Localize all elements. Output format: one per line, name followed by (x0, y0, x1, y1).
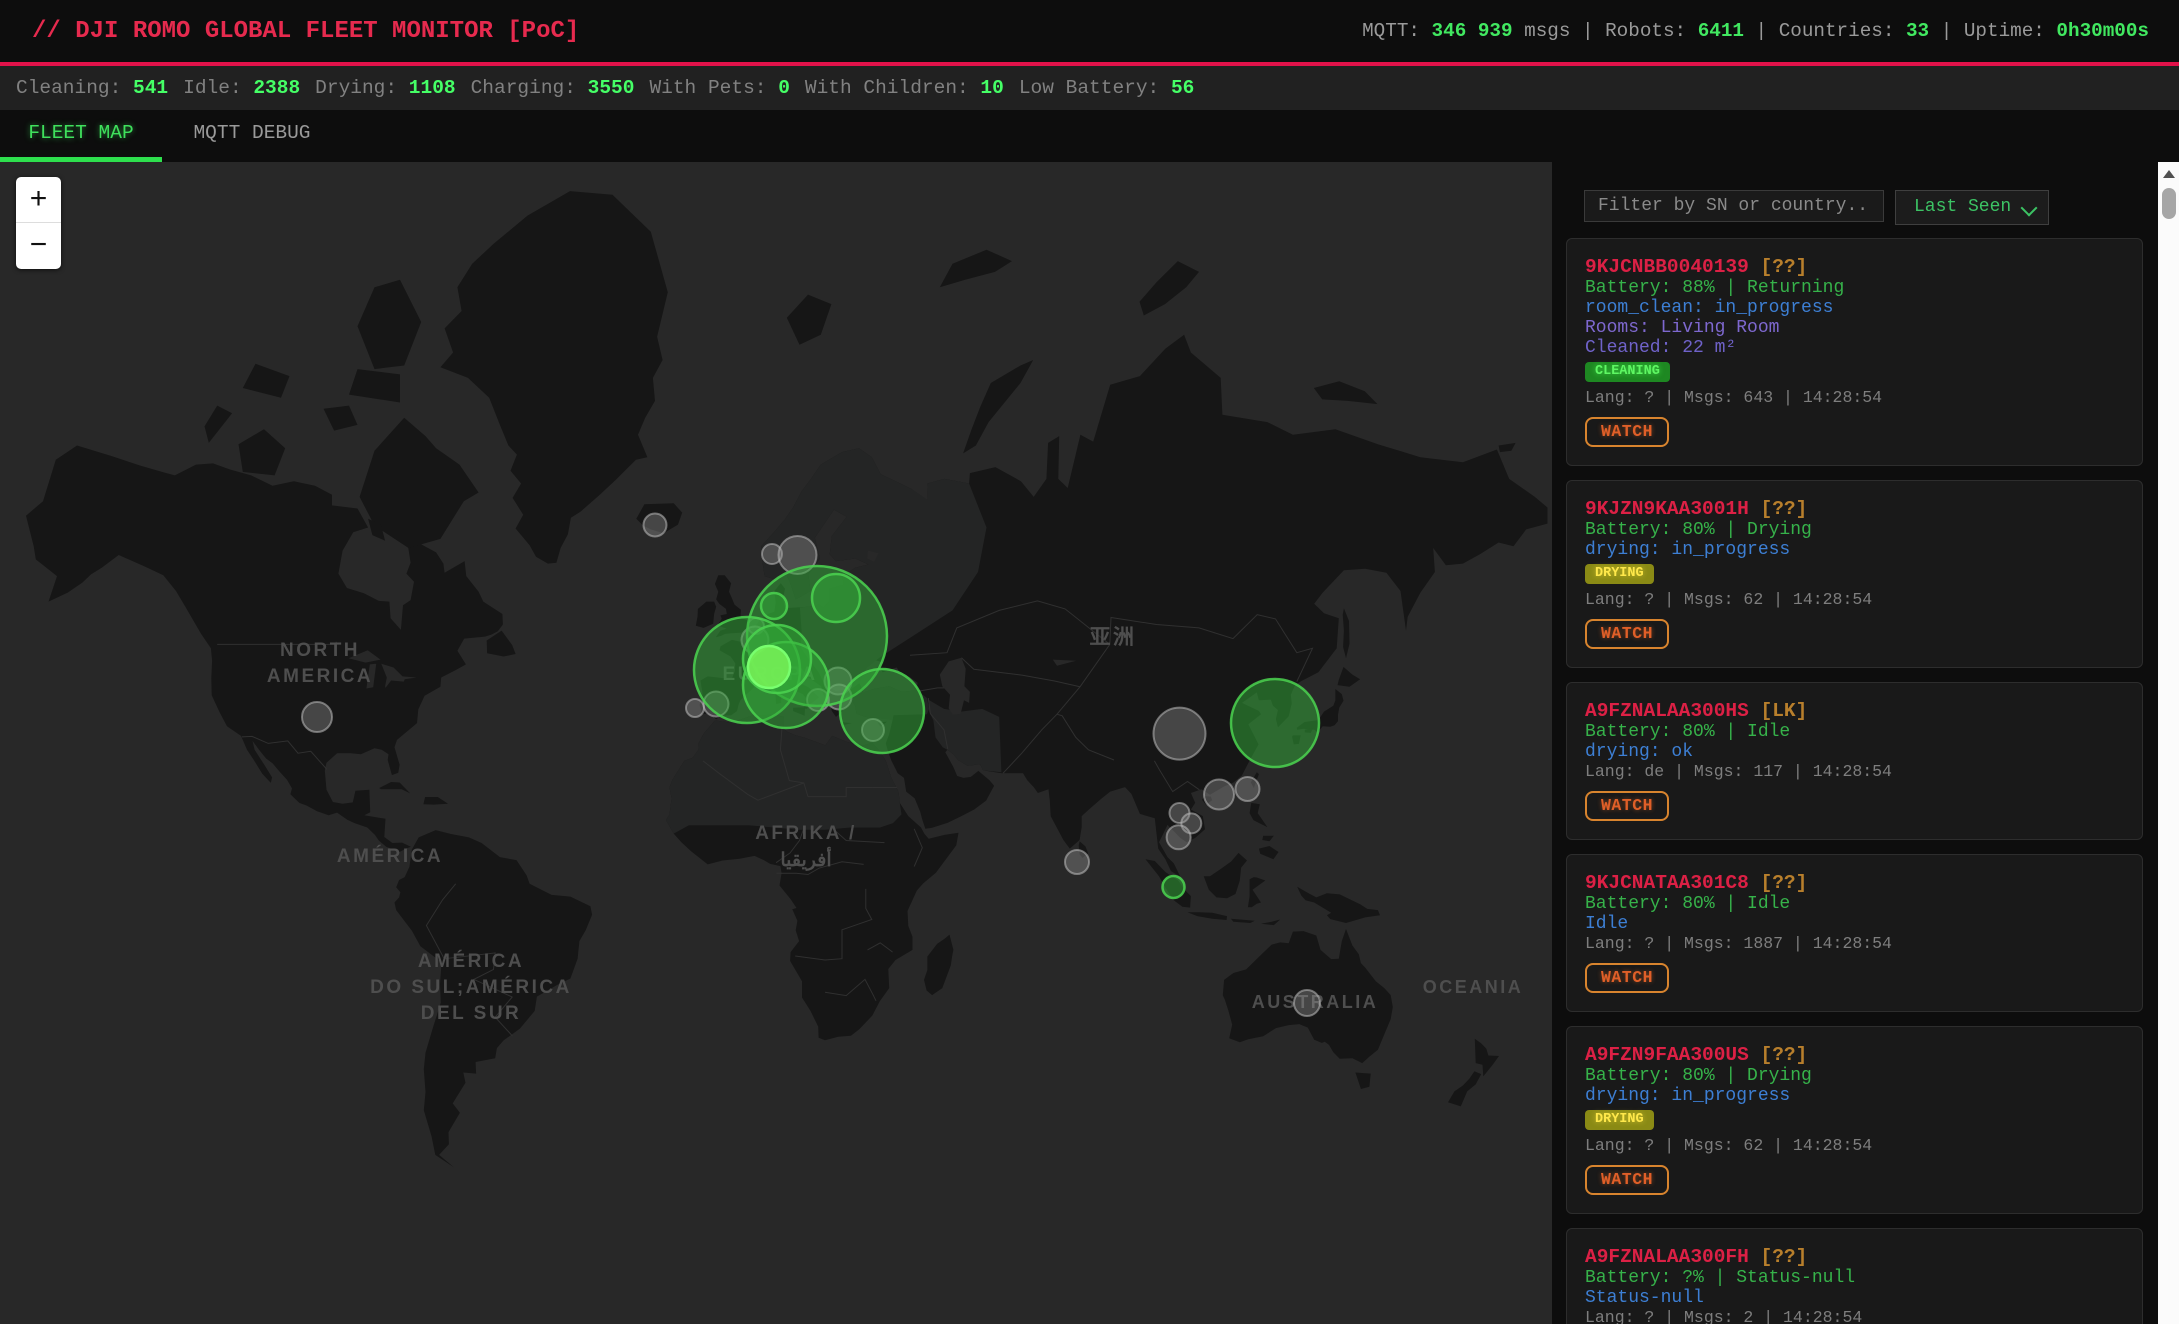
svg-text:亚洲: 亚洲 (1090, 626, 1137, 649)
svg-text:DO SUL;AMÉRICA: DO SUL;AMÉRICA (370, 976, 572, 998)
svg-text:OCEANIA: OCEANIA (1423, 977, 1524, 997)
svg-text:NORTH: NORTH (280, 640, 360, 661)
svg-text:AMÉRICA: AMÉRICA (418, 950, 524, 972)
svg-text:AFRIKA /: AFRIKA / (755, 823, 857, 844)
svg-text:AMERICA: AMERICA (267, 666, 373, 687)
svg-text:أفريقيا: أفريقيا (780, 846, 831, 871)
svg-text:AMÉRICA: AMÉRICA (337, 845, 443, 867)
svg-text:DEL SUR: DEL SUR (421, 1003, 522, 1024)
